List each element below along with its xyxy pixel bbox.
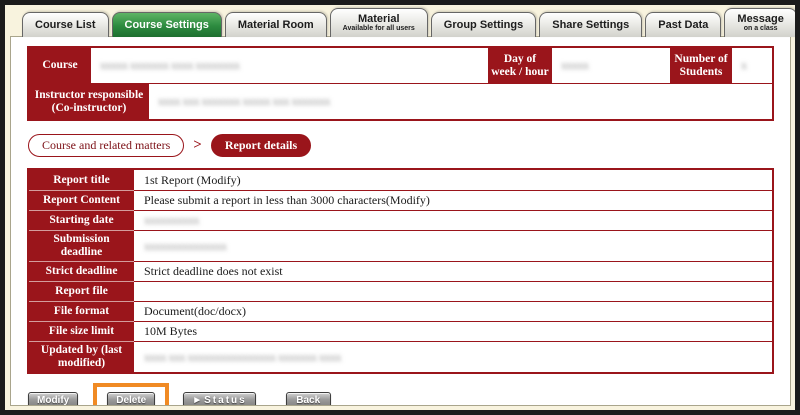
file-format-value: Document(doc/docx) xyxy=(144,304,246,319)
file-size-limit-value: 10M Bytes xyxy=(144,324,197,339)
table-row: File size limit 10M Bytes xyxy=(29,321,772,341)
report-row-value: xxxx xxx xxxxxxxxxxxxxxxx xxxxxxx xxxx xyxy=(134,341,772,372)
course-header-table: Course xxxxx xxxxxxx xxxx xxxxxxxx Day o… xyxy=(27,46,774,121)
table-row: Submission deadline xxxxxxxxxxxxxxx xyxy=(29,230,772,261)
tab-past-data[interactable]: Past Data xyxy=(645,12,721,37)
table-row: File format Document(doc/docx) xyxy=(29,301,772,321)
delete-button[interactable]: Delete xyxy=(107,392,155,406)
report-row-label: Report Content xyxy=(29,190,134,210)
report-row-value: 1st Report (Modify) xyxy=(134,170,772,190)
report-row-value: Document(doc/docx) xyxy=(134,301,772,321)
table-row: Starting date xxxxxxxxxx xyxy=(29,210,772,230)
instructor-label: Instructor responsible (Co-instructor) xyxy=(29,84,149,119)
report-details-table: Report title 1st Report (Modify) Report … xyxy=(27,168,774,374)
report-row-label: Report title xyxy=(29,170,134,190)
report-row-value xyxy=(134,281,772,301)
table-row: Report Content Please submit a report in… xyxy=(29,190,772,210)
report-row-value: 10M Bytes xyxy=(134,321,772,341)
report-row-label: Updated by (last modified) xyxy=(29,341,134,372)
tab-material[interactable]: Material Available for all users xyxy=(330,8,428,37)
redacted-day-value: xxxxx xyxy=(561,58,589,73)
tab-message[interactable]: Message on a class xyxy=(724,8,796,37)
report-content-value: Please submit a report in less than 3000… xyxy=(144,193,430,208)
tab-material-room[interactable]: Material Room xyxy=(225,12,327,37)
tab-course-settings[interactable]: Course Settings xyxy=(112,12,222,37)
breadcrumb-course-related-matters[interactable]: Course and related matters xyxy=(28,134,184,157)
strict-deadline-value: Strict deadline does not exist xyxy=(144,264,283,279)
breadcrumb-report-details: Report details xyxy=(211,134,311,157)
day-of-week-label: Day of week / hour xyxy=(488,48,552,83)
table-row: Updated by (last modified) xxxx xxx xxxx… xyxy=(29,341,772,372)
tab-bar: Course List Course Settings Material Roo… xyxy=(22,8,797,37)
report-row-label: Strict deadline xyxy=(29,261,134,281)
report-row-value: Strict deadline does not exist xyxy=(134,261,772,281)
report-row-label: Report file xyxy=(29,281,134,301)
tab-message-label: Message xyxy=(737,14,783,25)
status-button[interactable]: ►Status xyxy=(183,392,255,406)
report-row-value: Please submit a report in less than 3000… xyxy=(134,190,772,210)
tab-group-settings[interactable]: Group Settings xyxy=(431,12,536,37)
app-window: Course List Course Settings Material Roo… xyxy=(0,0,800,415)
report-row-label: File size limit xyxy=(29,321,134,341)
table-row: Strict deadline Strict deadline does not… xyxy=(29,261,772,281)
tab-material-label: Material xyxy=(358,14,400,25)
tab-share-settings[interactable]: Share Settings xyxy=(539,12,642,37)
course-header-row-2: Instructor responsible (Co-instructor) x… xyxy=(29,83,772,119)
breadcrumb-separator-icon: > xyxy=(193,137,202,154)
instructor-value: xxxx xxx xxxxxxx xxxxx xxx xxxxxxx xyxy=(149,84,772,119)
day-of-week-value: xxxxx xyxy=(552,48,670,83)
redacted-instructor-value: xxxx xxx xxxxxxx xxxxx xxx xxxxxxx xyxy=(158,94,330,109)
modify-button[interactable]: Modify xyxy=(28,392,78,406)
report-row-label: Submission deadline xyxy=(29,230,134,261)
table-row: Report title 1st Report (Modify) xyxy=(29,170,772,190)
redacted-starting-date: xxxxxxxxxx xyxy=(144,213,199,228)
action-button-row: Modify Delete ►Status Back xyxy=(28,383,790,406)
tab-course-list[interactable]: Course List xyxy=(22,12,109,37)
table-row: Report file xyxy=(29,281,772,301)
redacted-submission-deadline: xxxxxxxxxxxxxxx xyxy=(144,239,227,254)
tab-message-subtitle: on a class xyxy=(744,25,778,33)
report-row-value: xxxxxxxxxxxxxxx xyxy=(134,230,772,261)
course-label: Course xyxy=(29,48,91,83)
breadcrumb: Course and related matters > Report deta… xyxy=(28,134,790,157)
course-header-row-1: Course xxxxx xxxxxxx xxxx xxxxxxxx Day o… xyxy=(29,48,772,83)
report-row-label: Starting date xyxy=(29,210,134,230)
report-row-label: File format xyxy=(29,301,134,321)
redacted-students-value: x xyxy=(741,58,747,73)
number-of-students-value: x xyxy=(732,48,772,83)
number-of-students-label: Number of Students xyxy=(670,48,732,83)
report-row-value: xxxxxxxxxx xyxy=(134,210,772,230)
course-value: xxxxx xxxxxxx xxxx xxxxxxxx xyxy=(91,48,488,83)
redacted-course-value: xxxxx xxxxxxx xxxx xxxxxxxx xyxy=(100,58,240,73)
tab-material-subtitle: Available for all users xyxy=(343,25,415,33)
back-button[interactable]: Back xyxy=(286,392,331,406)
redacted-updated-by: xxxx xxx xxxxxxxxxxxxxxxx xxxxxxx xxxx xyxy=(144,350,341,365)
content-panel: Course xxxxx xxxxxxx xxxx xxxxxxxx Day o… xyxy=(10,36,791,406)
delete-highlight-box: Delete xyxy=(93,383,169,406)
report-title-value: 1st Report (Modify) xyxy=(144,173,241,188)
